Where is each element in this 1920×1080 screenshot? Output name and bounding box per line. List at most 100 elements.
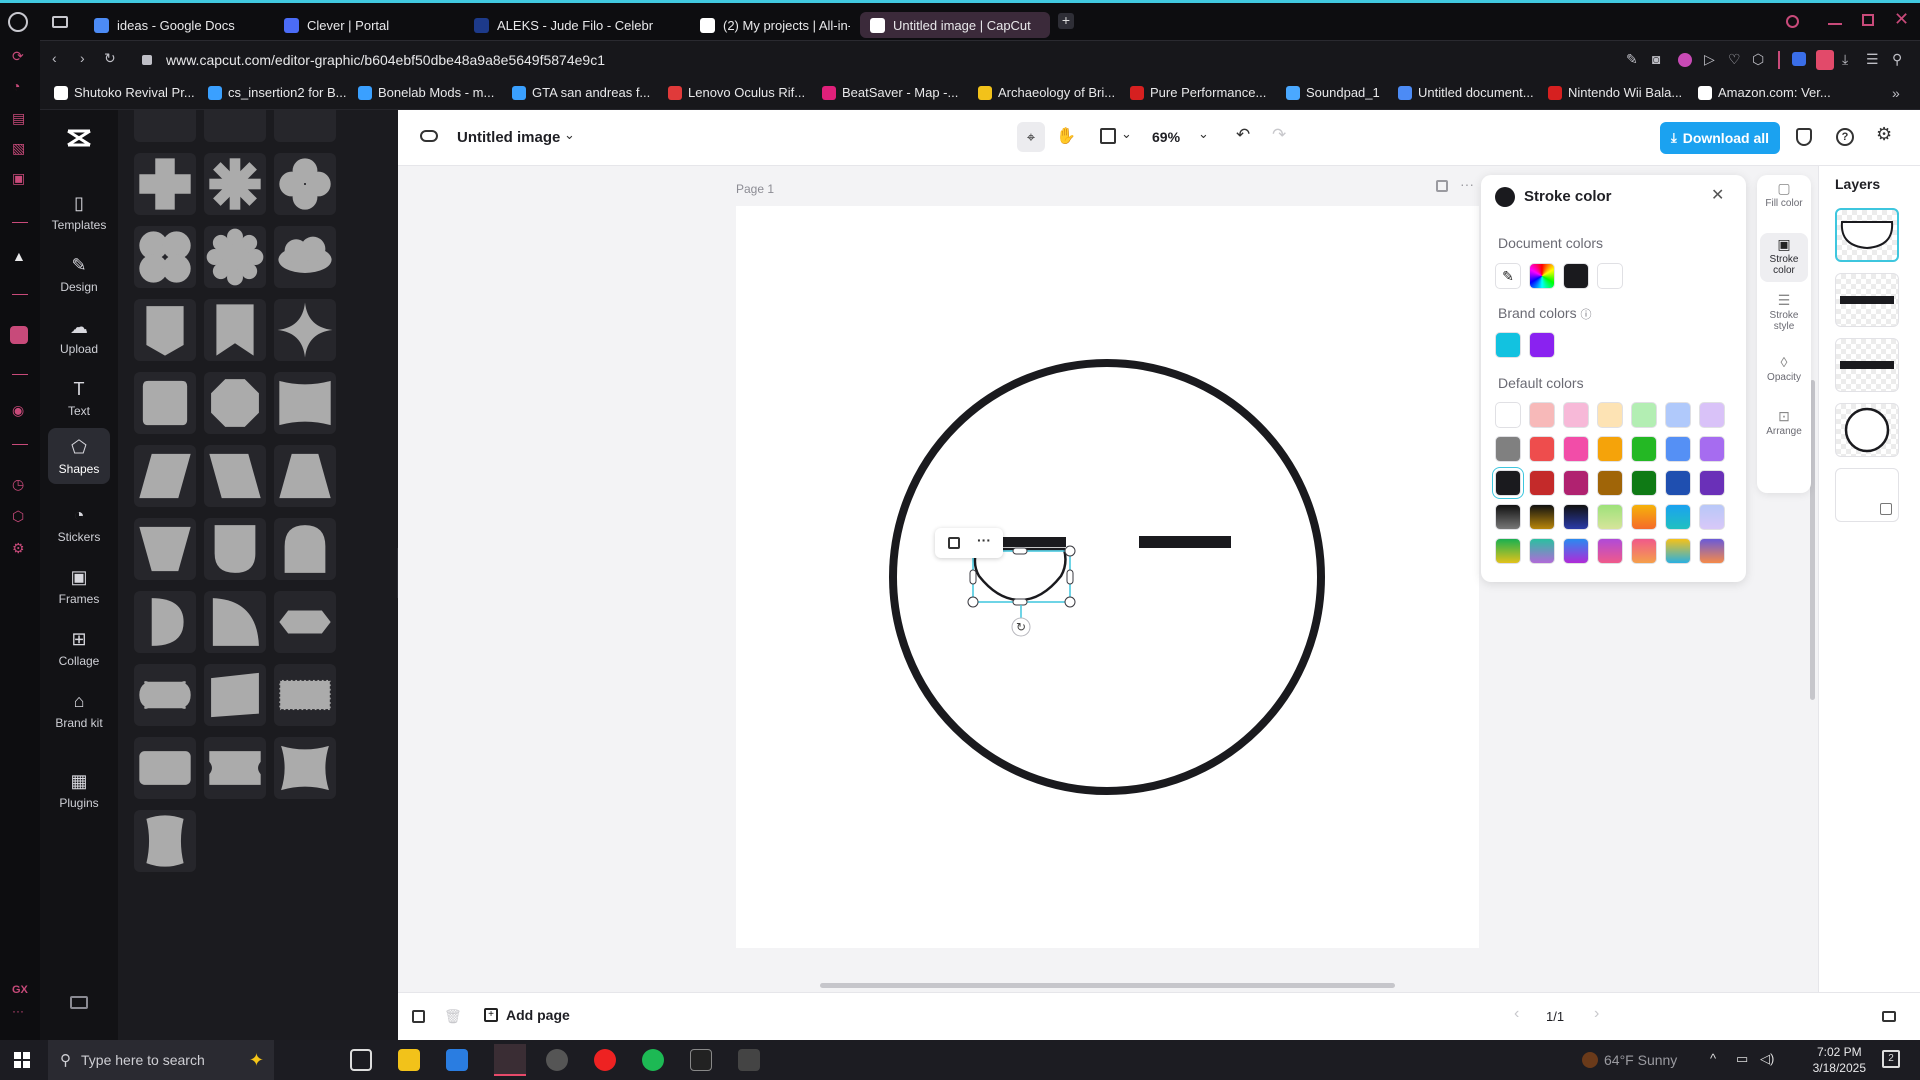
youtube-icon[interactable]: [594, 1049, 616, 1071]
brand-color-swatch[interactable]: [1529, 332, 1555, 358]
taskbar-search[interactable]: ⚲ Type here to search ✦: [48, 1040, 274, 1080]
default-color-swatch[interactable]: [1495, 470, 1521, 496]
layer-thumb-background[interactable]: [1835, 468, 1899, 522]
layer-thumb-half-circle[interactable]: [1835, 208, 1899, 262]
shape-quarter-circle[interactable]: [204, 591, 266, 653]
bookmark-item[interactable]: Nintendo Wii Bala...: [1548, 85, 1682, 100]
eyedropper-icon[interactable]: ✎: [1495, 263, 1521, 289]
default-color-swatch[interactable]: [1665, 402, 1691, 428]
keyboard-shortcuts-icon[interactable]: [70, 996, 88, 1009]
tray-chevron-icon[interactable]: ^: [1710, 1051, 1716, 1066]
shape-parallelogram-reverse[interactable]: [204, 445, 266, 507]
canvas-page[interactable]: ↻ ···: [736, 206, 1479, 948]
gx-corner-icon[interactable]: ▧: [12, 140, 25, 157]
settings-gear-icon[interactable]: ⚙: [1876, 124, 1892, 145]
prop-stroke-style[interactable]: ☰ Stroke style: [1760, 293, 1808, 332]
menu-icon[interactable]: ☰: [1866, 51, 1879, 68]
new-tab-button[interactable]: +: [1058, 13, 1074, 29]
nav-design[interactable]: ✎ Design: [40, 254, 118, 295]
shape-octagon[interactable]: [204, 372, 266, 434]
shape-stadium[interactable]: [274, 591, 336, 653]
aria-icon[interactable]: ▲: [12, 248, 26, 264]
shape-flower[interactable]: [204, 226, 266, 288]
default-color-swatch[interactable]: [1699, 436, 1725, 462]
notifications-icon[interactable]: 2: [1882, 1050, 1900, 1068]
shape-arch[interactable]: [274, 518, 336, 580]
default-color-swatch[interactable]: [1563, 436, 1589, 462]
default-color-swatch[interactable]: [1631, 402, 1657, 428]
duplicate-page-icon[interactable]: [1436, 180, 1448, 192]
close-icon[interactable]: ✕: [1711, 185, 1724, 205]
bookmark-item[interactable]: cs_insertion2 for B...: [208, 85, 347, 100]
shape-partial[interactable]: [204, 110, 266, 142]
default-color-swatch[interactable]: [1495, 436, 1521, 462]
more-bookmarks-icon[interactable]: »: [1892, 85, 1900, 101]
gradient-color-swatch[interactable]: [1665, 538, 1691, 564]
default-color-swatch[interactable]: [1631, 470, 1657, 496]
download-all-button[interactable]: ⤓ Download all: [1660, 122, 1780, 154]
default-color-swatch[interactable]: [1665, 470, 1691, 496]
camera-icon[interactable]: ◙: [1652, 51, 1660, 67]
nav-shapes[interactable]: ⬠ Shapes: [48, 428, 110, 484]
nav-collage[interactable]: ⊞ Collage: [40, 628, 118, 669]
shield-icon[interactable]: [1796, 128, 1812, 146]
shape-stamp[interactable]: [274, 664, 336, 726]
shape-partial[interactable]: [274, 110, 336, 142]
nav-text[interactable]: T Text: [40, 378, 118, 419]
bookmark-item[interactable]: Bonelab Mods - m...: [358, 85, 494, 100]
bookmark-item[interactable]: Amazon.com: Ver...: [1698, 85, 1831, 100]
gradient-color-swatch[interactable]: [1495, 538, 1521, 564]
shape-rounded-square[interactable]: [134, 372, 196, 434]
prop-stroke-color[interactable]: ▣ Stroke color: [1760, 233, 1808, 282]
shape-trapezoid[interactable]: [274, 445, 336, 507]
nav-templates[interactable]: ▯ Templates: [40, 192, 118, 233]
shape-scalloped-rect[interactable]: [134, 737, 196, 799]
send-icon[interactable]: ▷: [1704, 51, 1715, 68]
capcut-taskbar-icon[interactable]: [738, 1049, 760, 1071]
shape-sparkle[interactable]: [274, 299, 336, 361]
bookmark-item[interactable]: Pure Performance...: [1130, 85, 1266, 100]
player-icon[interactable]: ◉: [12, 402, 24, 419]
volume-icon[interactable]: ◁): [1760, 1051, 1774, 1067]
windows-start-icon[interactable]: [14, 1052, 30, 1068]
default-color-swatch[interactable]: [1665, 436, 1691, 462]
clock[interactable]: 7:02 PM 3/18/2025: [1813, 1044, 1866, 1076]
gradient-color-swatch[interactable]: [1665, 504, 1691, 530]
undo-icon[interactable]: ↶: [1236, 125, 1250, 145]
gradient-color-swatch[interactable]: [1597, 504, 1623, 530]
pin-icon[interactable]: ⚲: [1892, 51, 1902, 68]
document-color-swatch[interactable]: [1563, 263, 1589, 289]
sync-icon[interactable]: ⟳: [12, 48, 24, 65]
bookmark-item[interactable]: GTA san andreas f...: [512, 85, 650, 100]
nav-brand-kit[interactable]: ⌂ Brand kit: [40, 690, 118, 731]
shape-wave[interactable]: [134, 810, 196, 872]
shape-wave-rect[interactable]: [274, 737, 336, 799]
default-color-swatch[interactable]: [1495, 402, 1521, 428]
horizontal-scrollbar[interactable]: [820, 983, 1395, 988]
clock-icon[interactable]: ◷: [12, 476, 24, 493]
default-color-swatch[interactable]: [1631, 436, 1657, 462]
spotify-icon[interactable]: [642, 1049, 664, 1071]
zoom-chevron-icon[interactable]: ⌄: [1198, 126, 1209, 142]
chevron-down-icon[interactable]: ⌄: [1121, 126, 1132, 142]
brand-color-swatch[interactable]: [1495, 332, 1521, 358]
settings-icon[interactable]: ⚙: [12, 540, 25, 557]
prop-arrange[interactable]: ⊡ Arrange: [1760, 409, 1808, 437]
forward-icon[interactable]: ›: [80, 50, 85, 66]
default-color-swatch[interactable]: [1597, 470, 1623, 496]
shape-flag[interactable]: [204, 664, 266, 726]
store-icon[interactable]: [446, 1049, 468, 1071]
default-color-swatch[interactable]: [1597, 436, 1623, 462]
info-icon[interactable]: ⓘ: [1580, 309, 1591, 321]
gradient-color-swatch[interactable]: [1597, 538, 1623, 564]
default-color-swatch[interactable]: [1563, 402, 1589, 428]
gradient-color-swatch[interactable]: [1699, 504, 1725, 530]
shape-quatrefoil[interactable]: [134, 226, 196, 288]
chevron-down-icon[interactable]: ⌄: [564, 127, 575, 143]
twitch-icon[interactable]: [10, 326, 28, 344]
file-explorer-icon[interactable]: [398, 1049, 420, 1071]
task-view-icon[interactable]: [350, 1049, 372, 1071]
default-color-swatch[interactable]: [1699, 470, 1725, 496]
shape-parallelogram[interactable]: [134, 445, 196, 507]
gradient-color-swatch[interactable]: [1495, 504, 1521, 530]
